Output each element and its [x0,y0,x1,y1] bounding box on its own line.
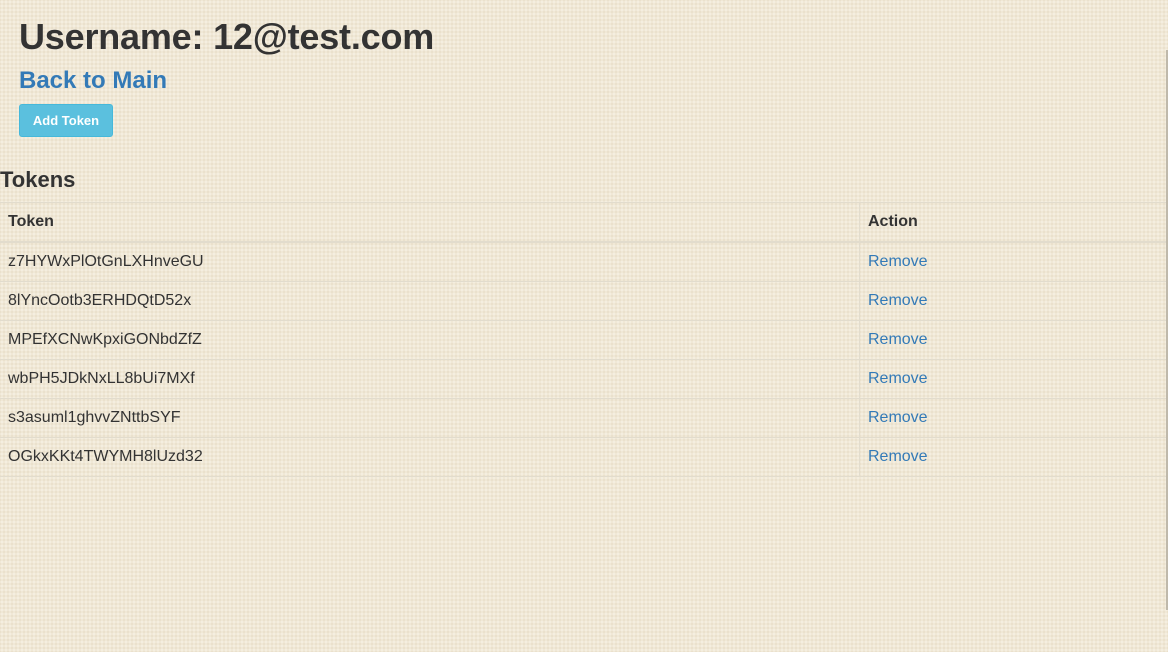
table-row: OGkxKKt4TWYMH8lUzd32 Remove [0,437,1166,477]
remove-token-link[interactable]: Remove [868,370,928,387]
token-cell: MPEfXCNwKpxiGONbdZfZ [0,320,860,360]
remove-token-link[interactable]: Remove [868,448,928,465]
add-token-button[interactable]: Add Token [19,104,113,137]
table-header-row: Token Action [0,202,1166,243]
table-row: wbPH5JDkNxLL8bUi7MXf Remove [0,359,1166,399]
table-row: s3asuml1ghvvZNttbSYF Remove [0,398,1166,438]
token-cell: 8lYncOotb3ERHDQtD52x [0,281,860,321]
column-header-action: Action [859,202,1166,243]
remove-token-link[interactable]: Remove [868,292,928,309]
action-cell: Remove [859,241,1166,282]
tokens-table: Token Action z7HYWxPlOtGnLXHnveGU Remove… [0,202,1166,477]
table-row: MPEfXCNwKpxiGONbdZfZ Remove [0,320,1166,360]
remove-token-link[interactable]: Remove [868,253,928,270]
page-header: Username: 12@test.com Back to Main Add T… [19,14,434,137]
token-cell: OGkxKKt4TWYMH8lUzd32 [0,437,860,477]
token-cell: z7HYWxPlOtGnLXHnveGU [0,241,860,282]
remove-token-link[interactable]: Remove [868,331,928,348]
action-cell: Remove [859,437,1166,477]
action-cell: Remove [859,398,1166,438]
back-to-main-link[interactable]: Back to Main [19,66,167,96]
token-cell: wbPH5JDkNxLL8bUi7MXf [0,359,860,399]
column-header-token: Token [0,202,860,243]
remove-token-link[interactable]: Remove [868,409,928,426]
action-cell: Remove [859,320,1166,360]
action-cell: Remove [859,281,1166,321]
action-cell: Remove [859,359,1166,399]
token-cell: s3asuml1ghvvZNttbSYF [0,398,860,438]
tokens-section-title: Tokens [0,167,76,192]
page-title: Username: 12@test.com [19,16,435,57]
table-row: 8lYncOotb3ERHDQtD52x Remove [0,281,1166,321]
table-row: z7HYWxPlOtGnLXHnveGU Remove [0,241,1166,282]
